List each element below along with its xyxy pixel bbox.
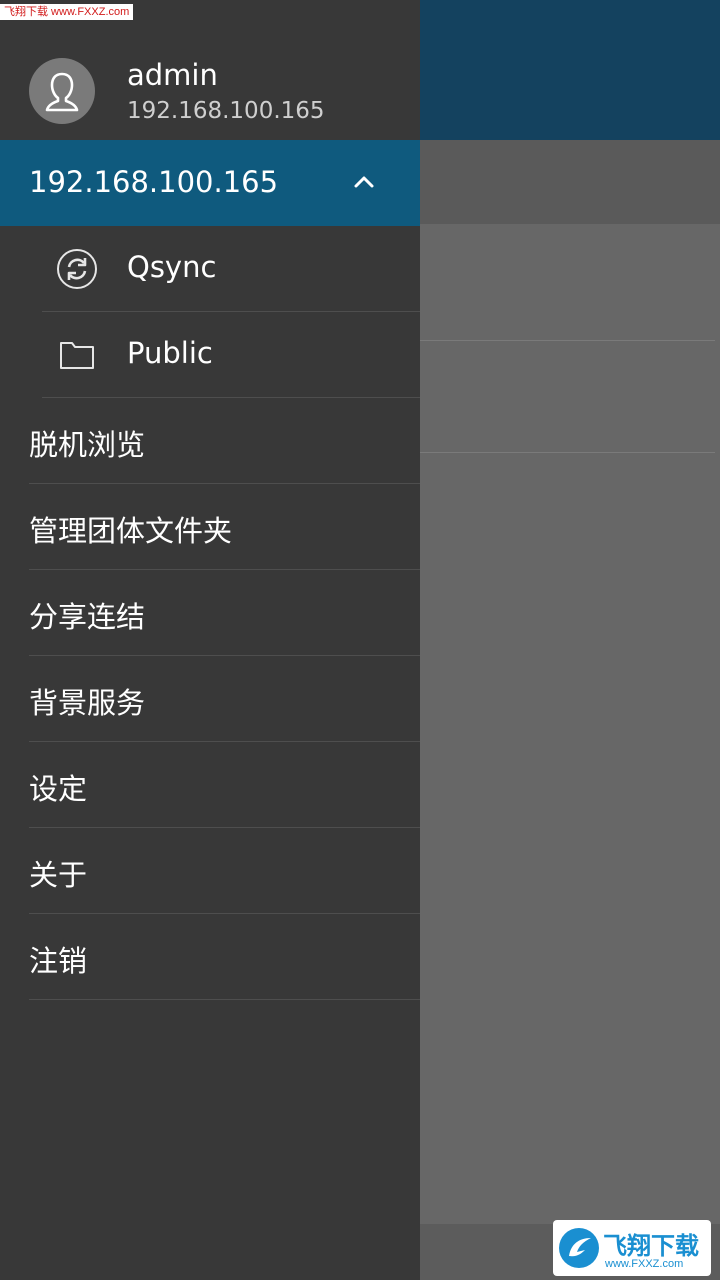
menu-item-label: 设定 (29, 772, 88, 806)
watermark-text: 飞翔下载 www.FXXZ.com (0, 4, 134, 20)
watermark-logo: 飞翔下载 www.FXXZ.com (553, 1220, 711, 1276)
menu-item-label: 背景服务 (29, 686, 146, 720)
menu-item-logout[interactable]: 注销 (0, 914, 420, 1000)
menu-item-offline-browsing[interactable]: 脱机浏览 (0, 398, 420, 484)
menu-item-label: 注销 (29, 944, 88, 978)
sub-item-label: Qsync (127, 250, 217, 284)
menu-item-background-services[interactable]: 背景服务 (0, 656, 420, 742)
site-logo-icon (559, 1228, 599, 1268)
account-username: admin (127, 58, 218, 92)
navigation-drawer: admin 192.168.100.165 192.168.100.165 Qs… (0, 0, 420, 1280)
sub-item-qsync[interactable]: Qsync (0, 226, 420, 312)
menu-item-team-folders[interactable]: 管理团体文件夹 (0, 484, 420, 570)
account-host: 192.168.100.165 (127, 98, 325, 124)
divider (29, 999, 420, 1000)
menu-item-label: 分享连结 (29, 600, 146, 634)
watermark-logo-url: www.FXXZ.com (605, 1258, 684, 1270)
sub-item-label: Public (127, 336, 213, 370)
chevron-up-icon[interactable] (350, 168, 378, 196)
content-divider (420, 452, 715, 453)
sync-icon (57, 249, 97, 289)
watermark-logo-text: 飞翔下载 (603, 1232, 699, 1260)
menu-item-label: 脱机浏览 (29, 428, 146, 462)
menu-item-settings[interactable]: 设定 (0, 742, 420, 828)
server-label: 192.168.100.165 (29, 165, 279, 199)
menu-item-label: 关于 (29, 858, 88, 892)
menu-item-share-links[interactable]: 分享连结 (0, 570, 420, 656)
folder-icon (60, 342, 94, 369)
menu-item-about[interactable]: 关于 (0, 828, 420, 914)
avatar-icon (29, 58, 95, 124)
sub-item-public[interactable]: Public (0, 312, 420, 398)
account-header[interactable]: admin 192.168.100.165 (0, 0, 420, 140)
menu-item-label: 管理团体文件夹 (29, 514, 233, 548)
server-item[interactable]: 192.168.100.165 (0, 140, 420, 226)
content-divider (420, 340, 715, 341)
